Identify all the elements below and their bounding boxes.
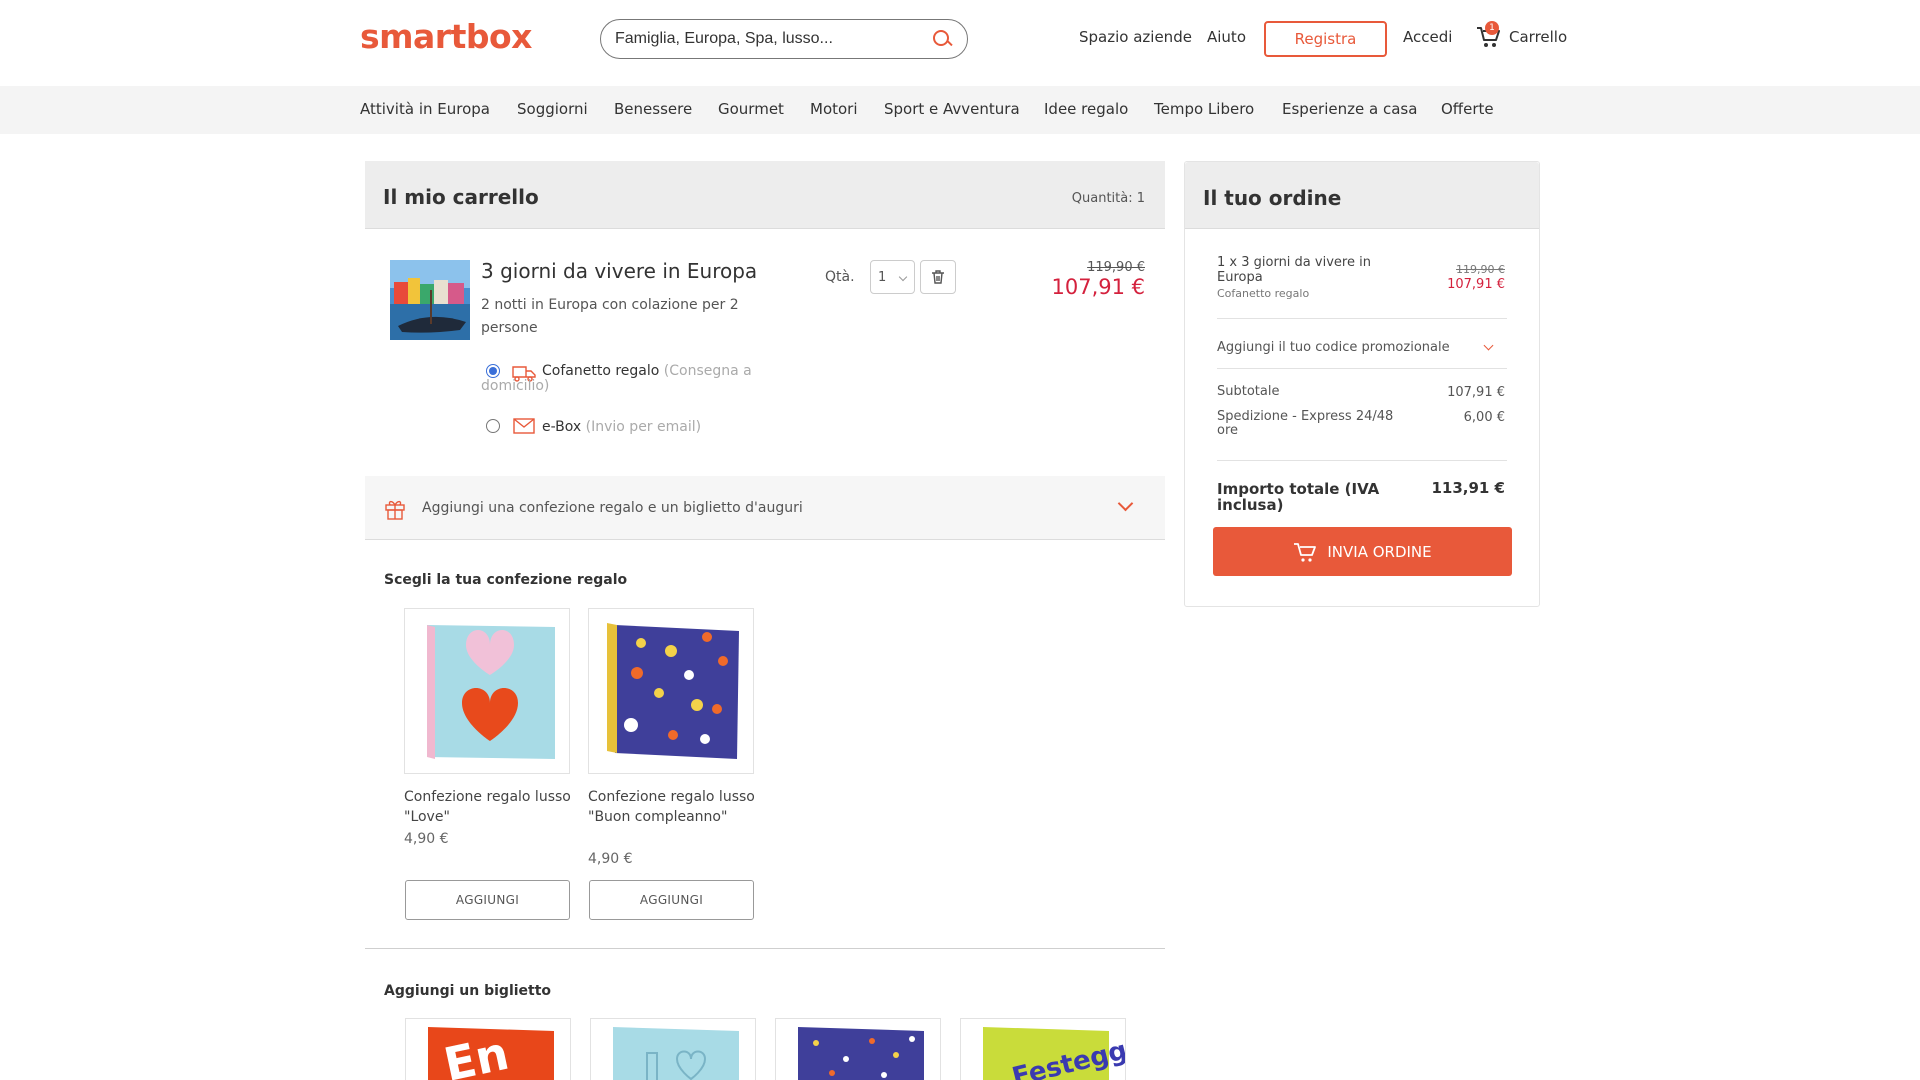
order-header: Il tuo ordine	[1185, 162, 1539, 229]
cart-header: Il mio carrello Quantità: 1	[365, 161, 1165, 229]
nav-item-attivita[interactable]: Attività in Europa	[360, 100, 490, 118]
gift-box-name: Confezione regalo lusso "Love"	[404, 789, 571, 825]
nav-item-idee-regalo[interactable]: Idee regalo	[1044, 100, 1128, 118]
delivery-option-label: e-Box	[542, 419, 582, 435]
gift-box-name: Confezione regalo lusso "Buon compleanno…	[588, 789, 755, 825]
quantity-select[interactable]: 1	[870, 260, 915, 294]
gift-box-love-image[interactable]	[404, 608, 570, 774]
order-item-new-price: 107,91 €	[1447, 277, 1505, 292]
cart-title: Il mio carrello	[383, 185, 539, 209]
category-nav: Attività in Europa Soggiorni Benessere G…	[0, 86, 1920, 134]
subtotal-label: Subtotale	[1217, 384, 1280, 399]
nav-item-benessere[interactable]: Benessere	[614, 100, 692, 118]
item-old-price: 119,90 €	[1087, 260, 1145, 275]
submit-order-label: INVIA ORDINE	[1327, 542, 1432, 561]
cart-icon: 1	[1475, 21, 1501, 50]
nav-item-tempo-libero[interactable]: Tempo Libero	[1154, 100, 1254, 118]
greeting-card-thumb[interactable]	[590, 1018, 756, 1080]
gift-box-price: 4,90 €	[404, 831, 449, 847]
divider	[1217, 368, 1507, 369]
divider	[1217, 460, 1507, 461]
gift-icon	[385, 500, 405, 520]
greeting-card-thumb[interactable]: Festeggi	[960, 1018, 1126, 1080]
gift-box-birthday-image[interactable]	[588, 608, 754, 774]
card-section-title: Aggiungi un biglietto	[384, 983, 552, 999]
nav-item-offerte[interactable]: Offerte	[1441, 100, 1494, 118]
greeting-card-thumb[interactable]: En	[405, 1018, 571, 1080]
business-link[interactable]: Spazio aziende	[1079, 28, 1192, 46]
shipping-label: Spedizione - Express 24/48 ore	[1217, 409, 1394, 438]
search-input[interactable]	[615, 30, 931, 48]
total-label: Importo totale (IVA inclusa)	[1217, 480, 1380, 514]
envelope-icon	[513, 418, 535, 434]
subtotal-value: 107,91 €	[1447, 385, 1505, 400]
cart-label: Carrello	[1509, 28, 1568, 46]
search-icon[interactable]	[931, 28, 953, 50]
site-header: smartbox Spazio aziende Aiuto Registra A…	[0, 0, 1920, 86]
nav-item-soggiorni[interactable]: Soggiorni	[517, 100, 588, 118]
divider	[1217, 318, 1507, 319]
gift-box-section-title: Scegli la tua confezione regalo	[384, 572, 628, 588]
total-value: 113,91 €	[1431, 479, 1505, 497]
delivery-option-box[interactable]: Cofanetto regalo (Consegna a domicilio)	[481, 364, 781, 394]
help-link[interactable]: Aiuto	[1207, 28, 1246, 46]
quantity-label: Qtà.	[825, 269, 855, 285]
delivery-option-label: Cofanetto regalo	[542, 363, 660, 379]
shipping-value: 6,00 €	[1463, 410, 1505, 425]
delivery-radio-ebox[interactable]	[486, 419, 500, 433]
gift-wrap-accordion[interactable]: Aggiungi una confezione regalo e un bigl…	[365, 476, 1165, 540]
smartbox-logo[interactable]: smartbox	[360, 17, 532, 56]
search-bar[interactable]	[600, 19, 968, 59]
section-divider	[365, 948, 1165, 949]
add-gift-box-button[interactable]: AGGIUNGI	[589, 880, 754, 920]
item-new-price: 107,91 €	[1051, 275, 1145, 299]
gift-wrap-accordion-label: Aggiungi una confezione regalo e un bigl…	[422, 500, 803, 516]
submit-order-button[interactable]: INVIA ORDINE	[1213, 527, 1512, 576]
promo-code-toggle[interactable]: Aggiungi il tuo codice promozionale	[1217, 340, 1450, 355]
add-gift-box-button[interactable]: AGGIUNGI	[405, 880, 570, 920]
chevron-down-icon	[1117, 495, 1134, 512]
trash-icon	[932, 270, 944, 284]
delivery-option-ebox[interactable]: e-Box (Invio per email)	[542, 419, 701, 435]
nav-item-esperienze-casa[interactable]: Esperienze a casa	[1282, 100, 1417, 118]
nav-item-motori[interactable]: Motori	[810, 100, 858, 118]
login-link[interactable]: Accedi	[1403, 28, 1452, 46]
cart-link[interactable]: 1 Carrello	[1475, 21, 1568, 50]
cart-count-badge: 1	[1485, 21, 1499, 35]
product-description: 2 notti in Europa con colazione per 2 pe…	[481, 297, 739, 336]
delivery-option-note: (Invio per email)	[585, 419, 702, 435]
cart-quantity: Quantità: 1	[1071, 191, 1145, 206]
order-item-type: Cofanetto regalo	[1217, 287, 1310, 300]
order-item-old-price: 119,90 €	[1456, 263, 1505, 276]
nav-item-gourmet[interactable]: Gourmet	[718, 100, 784, 118]
nav-item-sport[interactable]: Sport e Avventura	[884, 100, 1020, 118]
cart-icon	[1294, 542, 1317, 562]
order-title: Il tuo ordine	[1203, 186, 1342, 210]
product-image[interactable]	[390, 260, 470, 340]
remove-item-button[interactable]	[920, 260, 956, 294]
register-button[interactable]: Registra	[1264, 21, 1387, 57]
gift-box-price: 4,90 €	[588, 851, 633, 867]
order-item-line: 1 x 3 giorni da vivere in Europa	[1217, 255, 1371, 285]
product-title[interactable]: 3 giorni da vivere in Europa	[481, 259, 757, 283]
greeting-card-thumb[interactable]	[775, 1018, 941, 1080]
